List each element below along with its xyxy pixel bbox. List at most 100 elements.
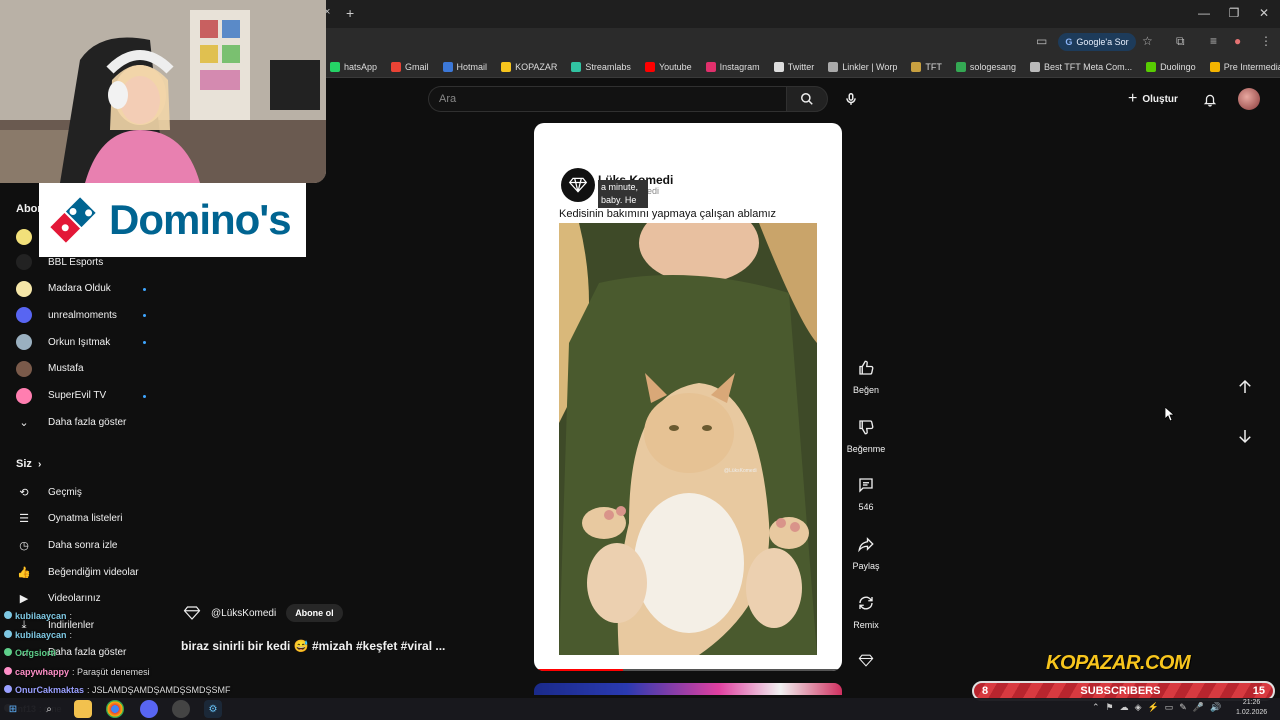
bookmark-favicon-icon bbox=[1029, 61, 1040, 72]
next-short-button[interactable] bbox=[1236, 427, 1254, 450]
star-icon[interactable]: ☆ bbox=[1142, 34, 1153, 48]
bookmark-label: sologesang bbox=[969, 61, 1016, 72]
extensions-icon[interactable]: ⧉ bbox=[1176, 34, 1185, 49]
taskbar-clock[interactable]: 21:26 1.02.2026 bbox=[1236, 698, 1267, 718]
steam-icon[interactable]: ⚙ bbox=[204, 700, 222, 718]
bookmark-item[interactable]: Instagram bbox=[705, 61, 760, 72]
bookmark-item[interactable]: Gmail bbox=[391, 61, 429, 72]
channel-logo[interactable] bbox=[561, 168, 595, 202]
search-input[interactable]: Ara bbox=[428, 86, 786, 112]
search-button[interactable] bbox=[786, 86, 828, 112]
short-video-card[interactable]: Lüks Komedi edi a minute, baby. He Kedis… bbox=[534, 123, 842, 671]
close-window-button[interactable]: ✕ bbox=[1254, 6, 1274, 20]
clock-time: 21:26 bbox=[1242, 699, 1261, 706]
bookmark-item[interactable]: Best TFT Meta Com... bbox=[1029, 61, 1132, 72]
sidebar-item-subscription[interactable]: Orkun Işıtmak bbox=[16, 329, 146, 355]
bookmark-label: Youtube bbox=[658, 61, 692, 72]
chat-message: kubilaaycan: bbox=[4, 629, 72, 640]
remix-button[interactable]: Remix bbox=[842, 594, 890, 630]
channel-avatar-icon bbox=[16, 360, 32, 377]
video-frame[interactable]: @LüksKomedi bbox=[559, 223, 817, 655]
sidebar-item-subscription[interactable]: Madara Olduk bbox=[16, 276, 146, 302]
menu-icon[interactable]: ⋮ bbox=[1260, 34, 1272, 48]
sidebar-item-you[interactable]: ▶ Videolarınız bbox=[16, 586, 146, 612]
comment-icon bbox=[859, 478, 873, 494]
progress-fill bbox=[534, 669, 624, 671]
sidebar-item-subscription[interactable]: Mustafa bbox=[16, 356, 146, 382]
bookmark-item[interactable]: TFT bbox=[911, 61, 942, 72]
chat-username: Orfgsiorti bbox=[15, 648, 57, 658]
bookmark-item[interactable]: Twitter bbox=[773, 61, 814, 72]
dislike-button[interactable]: Beğenme bbox=[842, 418, 890, 454]
bookmark-item[interactable]: Hotmail bbox=[442, 61, 488, 72]
new-content-dot bbox=[143, 287, 146, 291]
next-short-preview[interactable] bbox=[534, 683, 842, 695]
chrome-icon[interactable] bbox=[106, 700, 124, 718]
chevron-right-icon: › bbox=[37, 459, 42, 470]
bookmark-label: Linkler | Worp bbox=[842, 61, 898, 72]
subscribe-button[interactable]: Abone ol bbox=[286, 604, 343, 622]
bookmark-item[interactable]: Streamlabs bbox=[571, 61, 631, 72]
chat-badge-icon bbox=[4, 611, 12, 619]
share-button[interactable]: Paylaş bbox=[842, 535, 890, 571]
obs-icon[interactable] bbox=[172, 700, 190, 718]
new-tab-button[interactable]: + bbox=[346, 5, 354, 21]
sidebar-item-you[interactable]: ◷ Daha sonra izle bbox=[16, 532, 146, 558]
bookmark-item[interactable]: sologesang bbox=[955, 61, 1016, 72]
comment-button[interactable]: 546 bbox=[842, 476, 890, 512]
chat-text: : bbox=[69, 611, 73, 621]
windows-start-icon[interactable]: ⊞ bbox=[4, 700, 22, 718]
sidebar-item-you[interactable]: ⟲ Geçmiş bbox=[16, 479, 146, 505]
channel-subtitle: edi bbox=[647, 186, 660, 196]
maximize-button[interactable]: ❐ bbox=[1224, 6, 1244, 20]
chat-badge-icon bbox=[4, 685, 12, 693]
bell-icon bbox=[1203, 94, 1217, 107]
bookmark-favicon-icon bbox=[501, 61, 512, 72]
bookmark-favicon-icon bbox=[442, 61, 453, 72]
chat-username: kubilaaycan bbox=[15, 611, 67, 621]
sidebar-item-label: Daha fazla göster bbox=[48, 646, 127, 658]
sidebar-item-you[interactable]: 👍 Beğendiğim videolar bbox=[16, 559, 146, 585]
share-icon bbox=[858, 537, 874, 553]
bookmark-item[interactable]: Linkler | Worp bbox=[828, 61, 898, 72]
arrow-down-icon bbox=[1239, 430, 1251, 444]
show-more-subscriptions[interactable]: ⌄ Daha fazla göster bbox=[16, 409, 146, 435]
short-description[interactable]: biraz sinirli bir kedi 😅 #mizah #keşfet … bbox=[181, 639, 445, 653]
minimize-button[interactable]: — bbox=[1194, 6, 1214, 20]
file-explorer-icon[interactable] bbox=[74, 700, 92, 718]
cast-icon[interactable]: ▭ bbox=[1036, 34, 1047, 48]
search-taskbar-icon[interactable]: ⌕ bbox=[40, 700, 58, 718]
media-icon[interactable]: ≡ bbox=[1210, 34, 1217, 48]
bookmark-label: Instagram bbox=[719, 61, 760, 72]
bookmark-item[interactable]: KOPAZAR bbox=[501, 61, 557, 72]
system-tray-icons[interactable]: ⌃⚑☁◈⚡▭✎🎤🔊 bbox=[1092, 702, 1227, 713]
profile-icon[interactable]: ● bbox=[1234, 34, 1241, 48]
like-button[interactable]: Beğen bbox=[842, 359, 890, 395]
google-ask-button[interactable]: G Google'a Sor bbox=[1058, 33, 1136, 51]
you-section-heading[interactable]: Siz › bbox=[16, 458, 41, 470]
sidebar-item-subscription[interactable]: SuperEvil TV bbox=[16, 383, 146, 409]
closed-caption: a minute, baby. He bbox=[598, 180, 648, 208]
bookmark-item[interactable]: Pre Intermediate (B... bbox=[1209, 61, 1280, 72]
bookmark-favicon-icon bbox=[773, 61, 784, 72]
bookmark-label: Hotmail bbox=[456, 61, 488, 72]
create-button[interactable]: + Oluştur bbox=[1128, 88, 1178, 110]
arrow-up-icon bbox=[1239, 379, 1251, 393]
account-avatar[interactable] bbox=[1238, 88, 1260, 110]
notifications-button[interactable] bbox=[1200, 88, 1220, 110]
bookmark-item[interactable]: Duolingo bbox=[1146, 61, 1196, 72]
mouse-cursor-icon bbox=[1164, 406, 1176, 426]
previous-short-button[interactable] bbox=[1236, 378, 1254, 401]
discord-icon[interactable] bbox=[140, 700, 158, 718]
bookmark-item[interactable]: hatsApp bbox=[330, 61, 377, 72]
channel-handle[interactable]: @LüksKomedi bbox=[211, 608, 276, 619]
chat-message: OnurCakmaktas: JSLAMDŞAMDŞAMDŞSMDŞSMF bbox=[4, 685, 231, 695]
sidebar-item-subscription[interactable]: unrealmoments bbox=[16, 302, 146, 328]
voice-search-button[interactable] bbox=[840, 88, 862, 110]
sidebar-item-label: BBL Esports bbox=[48, 256, 104, 268]
sidebar-item-you[interactable]: ☰ Oynatma listeleri bbox=[16, 506, 146, 532]
bookmark-item[interactable]: Youtube bbox=[644, 61, 692, 72]
channel-diamond-icon[interactable] bbox=[856, 650, 876, 670]
bookmark-label: TFT bbox=[925, 61, 942, 72]
sidebar-item-label: Madara Olduk bbox=[48, 283, 111, 295]
